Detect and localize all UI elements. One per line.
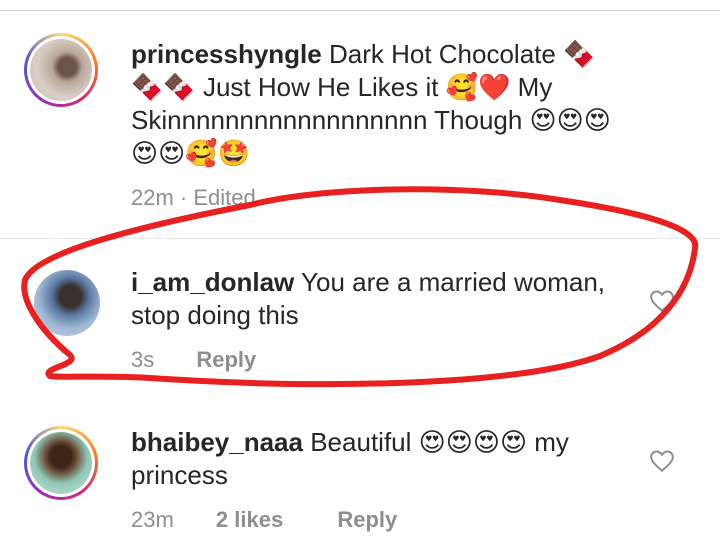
- reply-button[interactable]: Reply: [337, 507, 397, 532]
- avatar-photo: [30, 432, 92, 494]
- comment-username[interactable]: i_am_donlaw: [131, 267, 294, 297]
- heart-outline-icon[interactable]: [649, 288, 675, 314]
- comment-text-line: You are a married woman,: [301, 267, 606, 297]
- heart-outline-icon[interactable]: [649, 448, 675, 474]
- comment-time: 23m: [131, 507, 174, 532]
- comment-divider: [0, 238, 720, 239]
- top-divider: [0, 0, 720, 11]
- comment-text-line: stop doing this: [131, 300, 299, 330]
- comment-time: 22m: [131, 185, 174, 210]
- avatar[interactable]: [24, 33, 98, 107]
- comment-username[interactable]: princesshyngle: [131, 39, 322, 69]
- comment-text-line: Beautiful 😍😍😍😍 my: [310, 427, 569, 457]
- comment-text-line: Dark Hot Chocolate 🍫: [328, 39, 596, 69]
- comment-username[interactable]: bhaibey_naaa: [131, 427, 303, 457]
- avatar-photo: [30, 39, 92, 101]
- avatar[interactable]: [34, 270, 100, 336]
- avatar[interactable]: [24, 426, 98, 500]
- edited-label: · Edited: [179, 185, 256, 210]
- comment-text-line: Skinnnnnnnnnnnnnnnnnn Though 😍😍😍: [131, 105, 611, 135]
- comment-time: 3s: [131, 347, 155, 372]
- likes-count[interactable]: 2 likes: [216, 507, 283, 532]
- reply-button[interactable]: Reply: [196, 347, 256, 372]
- comment-text-line: 🍫🍫 Just How He Likes it 🥰❤️ My: [131, 72, 553, 102]
- comment-text-line: princess: [131, 460, 228, 490]
- comment-text-line: 😍😍🥰🤩: [131, 138, 250, 168]
